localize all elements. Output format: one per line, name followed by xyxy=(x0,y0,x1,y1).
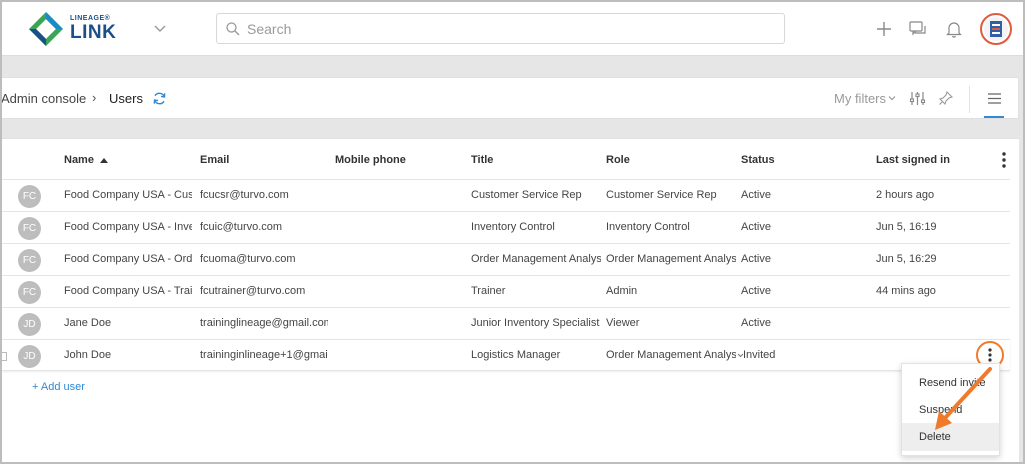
cell-last-signed-in: 44 mins ago xyxy=(876,285,936,297)
avatar: FC xyxy=(18,185,41,208)
cell-role: Order Management Analyst xyxy=(606,253,736,265)
cell-status: Active xyxy=(741,317,771,329)
list-view-icon[interactable] xyxy=(986,90,1003,107)
users-table: Name Email Mobile phone Title Role Statu… xyxy=(2,138,1019,462)
pin-icon[interactable] xyxy=(938,90,954,106)
cell-title: Trainer xyxy=(471,285,506,297)
cell-name: Food Company USA - Cus... xyxy=(64,189,192,201)
cell-status: Active xyxy=(741,253,771,265)
my-filters-dropdown[interactable]: My filters xyxy=(834,91,886,106)
column-header-email[interactable]: Email xyxy=(200,154,229,166)
cell-title: Junior Inventory Specialist xyxy=(471,317,600,329)
cell-status: Active xyxy=(741,221,771,233)
cell-email: fcuic@turvo.com xyxy=(200,221,283,233)
cell-role: Customer Service Rep xyxy=(606,189,717,201)
lineage-logo-icon xyxy=(29,12,63,46)
column-header-status[interactable]: Status xyxy=(741,154,775,166)
tune-icon[interactable] xyxy=(909,90,926,107)
column-header-last-signed-in[interactable]: Last signed in xyxy=(876,154,950,166)
kebab-icon[interactable] xyxy=(987,347,993,363)
breadcrumb-current: Users xyxy=(109,91,143,106)
cell-last-signed-in: Jun 5, 16:19 xyxy=(876,221,937,233)
cell-status: Active xyxy=(741,189,771,201)
avatar: FC xyxy=(18,217,41,240)
active-view-indicator xyxy=(984,116,1004,118)
table-row[interactable]: FC Food Company USA - Cus... fcucsr@turv… xyxy=(2,179,1010,211)
table-row[interactable]: FC Food Company USA - Trai... fcutrainer… xyxy=(2,275,1010,307)
chat-icon[interactable] xyxy=(908,19,928,39)
cell-role[interactable]: Order Management Analyst xyxy=(606,349,736,361)
plus-icon[interactable] xyxy=(874,19,894,39)
brand-small-text: LINEAGE® xyxy=(70,15,111,22)
cell-title: Inventory Control xyxy=(471,221,555,233)
cell-name: John Doe xyxy=(64,349,112,361)
avatar: FC xyxy=(18,249,41,272)
cell-email: fcucsr@turvo.com xyxy=(200,189,289,201)
avatar: JD xyxy=(18,313,41,336)
app-frame: LINEAGE® LINK Admin console › Users xyxy=(0,0,1025,464)
cell-email: traininginlineage+1@gmai... xyxy=(200,349,328,361)
lineage-logo[interactable]: LINEAGE® LINK xyxy=(26,9,116,49)
column-header-name[interactable]: Name xyxy=(64,154,94,166)
cell-email: fcuoma@turvo.com xyxy=(200,253,296,265)
breadcrumb-admin-console[interactable]: Admin console xyxy=(2,91,86,106)
bell-icon[interactable] xyxy=(944,19,964,39)
breadcrumb-separator: › xyxy=(92,90,97,105)
cell-email: fcutrainer@turvo.com xyxy=(200,285,306,297)
cell-status: Invited xyxy=(743,349,776,361)
cell-last-signed-in: Jun 5, 16:29 xyxy=(876,253,937,265)
search-icon xyxy=(226,22,240,36)
table-row[interactable]: JD Jane Doe traininglineage@gmail.com Ju… xyxy=(2,307,1010,339)
cell-name: Food Company USA - Ord... xyxy=(64,253,192,265)
cell-title: Logistics Manager xyxy=(471,349,561,361)
chevron-down-icon[interactable] xyxy=(152,20,168,36)
row-context-menu: Resend invite Suspend Delete xyxy=(901,363,1000,456)
menu-item-delete[interactable]: Delete xyxy=(902,423,999,451)
column-header-mobile-phone[interactable]: Mobile phone xyxy=(335,154,406,166)
table-row[interactable]: FC Food Company USA - Ord... fcuoma@turv… xyxy=(2,243,1010,275)
column-header-title[interactable]: Title xyxy=(471,154,493,166)
cell-name: Food Company USA - Trai... xyxy=(64,285,192,297)
cell-role: Inventory Control xyxy=(606,221,690,233)
refresh-icon[interactable] xyxy=(152,91,167,106)
cell-email: traininglineage@gmail.com xyxy=(200,317,328,329)
cell-title: Order Management Analyst xyxy=(471,253,601,265)
brand-name: LINK xyxy=(70,22,117,43)
table-row[interactable]: FC Food Company USA - Inve... fcuic@turv… xyxy=(2,211,1010,243)
column-header-role[interactable]: Role xyxy=(606,154,630,166)
kebab-icon[interactable] xyxy=(1000,151,1008,169)
toolbar-divider xyxy=(969,86,970,113)
breadcrumb-bar: Admin console › Users My filters xyxy=(2,77,1019,119)
cell-name: Food Company USA - Inve... xyxy=(64,221,192,233)
search-box[interactable] xyxy=(216,13,785,44)
avatar: JD xyxy=(18,345,41,368)
menu-item-suspend[interactable]: Suspend xyxy=(902,396,999,424)
cell-role: Admin xyxy=(606,285,638,297)
top-bar: LINEAGE® LINK xyxy=(2,2,1023,56)
table-row[interactable]: JD John Doe traininginlineage+1@gmai... … xyxy=(2,339,1010,371)
sort-asc-icon[interactable] xyxy=(100,157,108,163)
cell-title: Customer Service Rep xyxy=(471,189,582,201)
avatar: FC xyxy=(18,281,41,304)
profile-avatar[interactable] xyxy=(980,13,1012,45)
cell-name: Jane Doe xyxy=(64,317,112,329)
add-user-link[interactable]: + Add user xyxy=(32,381,85,393)
cell-role: Viewer xyxy=(606,317,640,329)
menu-item-resend-invite[interactable]: Resend invite xyxy=(902,369,999,397)
search-input[interactable] xyxy=(247,18,767,40)
cell-status: Active xyxy=(741,285,771,297)
profile-avatar-icon xyxy=(984,17,1008,41)
cell-last-signed-in: 2 hours ago xyxy=(876,189,935,201)
row-checkbox[interactable] xyxy=(2,352,7,361)
chevron-down-icon[interactable] xyxy=(887,93,897,103)
